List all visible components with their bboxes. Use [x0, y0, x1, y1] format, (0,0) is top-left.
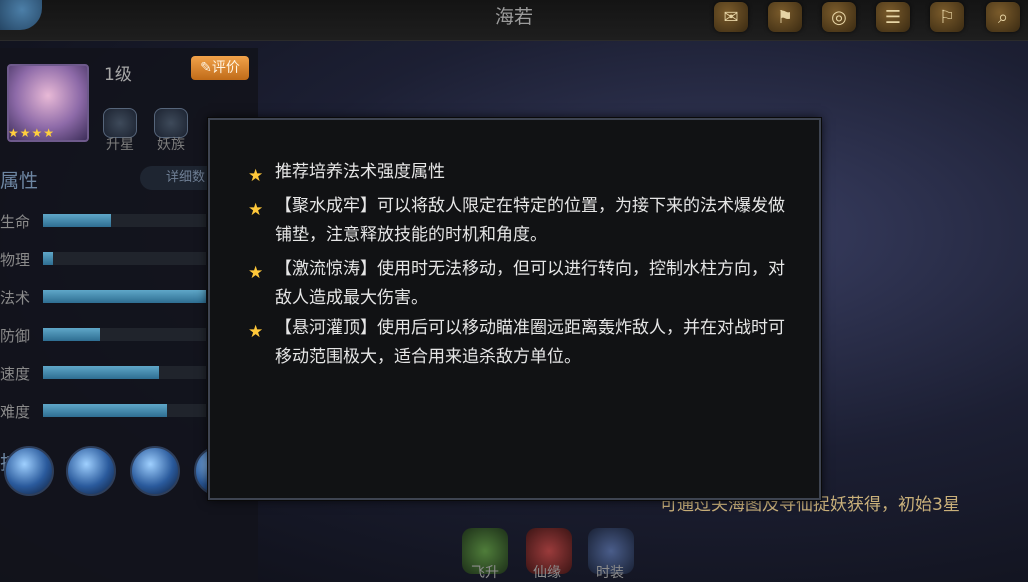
map-icon[interactable]: ⚑ [768, 2, 802, 32]
attr-fill-difficulty [43, 404, 167, 417]
fate-label: 仙缘 [533, 565, 561, 581]
upgrade-star-label: 升星 [106, 137, 134, 153]
attr-bar-defense [43, 328, 206, 341]
skill-3-icon[interactable] [130, 446, 180, 496]
tip-text: 推荐培养法术强度属性 [275, 162, 445, 182]
attr-fill-speed [43, 366, 159, 379]
attributes-title: 属性 [0, 170, 39, 192]
attr-label-physical: 物理 [0, 251, 31, 269]
attr-fill-magic [43, 290, 206, 303]
star-icon: ★ [248, 166, 264, 186]
attr-label-magic: 法术 [0, 289, 31, 307]
attr-bar-difficulty [43, 404, 206, 417]
rate-label: 评价 [211, 60, 240, 76]
search-icon[interactable]: ⌕ [986, 2, 1020, 32]
tip-item: ★ 【悬河灌顶】使用后可以移动瞄准圈远距离轰炸敌人，并在对战时可移动范围极大，适… [248, 314, 788, 372]
attr-label-hp: 生命 [0, 213, 31, 231]
edit-icon: ✎ [200, 60, 212, 76]
attr-label-difficulty: 难度 [0, 403, 31, 421]
attr-fill-defense [43, 328, 101, 341]
tip-item: ★ 推荐培养法术强度属性 [248, 158, 788, 187]
attr-bar-magic [43, 290, 206, 303]
attr-bar-hp [43, 214, 206, 227]
tip-item: ★ 【激流惊涛】使用时无法移动，但可以进行转向，控制水柱方向，对敌人造成最大伤害… [248, 255, 788, 313]
hero-stars: ★★★★ [8, 126, 56, 140]
book-icon[interactable]: ☰ [876, 2, 910, 32]
coin-icon[interactable]: ◎ [822, 2, 856, 32]
tips-dialog[interactable]: ★ 推荐培养法术强度属性 ★ 【聚水成牢】可以将敌人限定在特定的位置，为接下来的… [208, 118, 821, 500]
attr-fill-physical [43, 252, 53, 265]
attr-bar-speed [43, 366, 206, 379]
race-label: 妖族 [157, 137, 185, 153]
ascend-label: 飞升 [471, 565, 499, 581]
upgrade-star-button[interactable]: 升星 [99, 108, 141, 153]
star-icon: ★ [248, 322, 264, 342]
rate-button[interactable]: ✎评价 [191, 56, 249, 80]
attr-fill-hp [43, 214, 112, 227]
costume-label: 时装 [596, 565, 624, 581]
top-bar: 海若 ✉ ⚑ ◎ ☰ ⚐ ⌕ [0, 0, 1028, 41]
page-title: 海若 [494, 6, 533, 28]
attr-bar-physical [43, 252, 206, 265]
race-button[interactable]: 妖族 [150, 108, 192, 153]
skill-1-icon[interactable] [4, 446, 54, 496]
tip-text: 【悬河灌顶】使用后可以移动瞄准圈远距离轰炸敌人，并在对战时可移动范围极大，适合用… [275, 318, 785, 367]
scroll-icon[interactable]: ✉ [714, 2, 748, 32]
attr-label-speed: 速度 [0, 365, 31, 383]
star-icon: ★ [248, 200, 264, 220]
tip-text: 【激流惊涛】使用时无法移动，但可以进行转向，控制水柱方向，对敌人造成最大伤害。 [275, 259, 785, 308]
star-icon: ★ [248, 263, 264, 283]
tip-item: ★ 【聚水成牢】可以将敌人限定在特定的位置，为接下来的法术爆发做铺垫，注意释放技… [248, 192, 788, 250]
tip-text: 【聚水成牢】可以将敌人限定在特定的位置，为接下来的法术爆发做铺垫，注意释放技能的… [275, 196, 785, 245]
hero-level: 1级 [104, 65, 132, 85]
flag-icon[interactable]: ⚐ [930, 2, 964, 32]
skill-2-icon[interactable] [66, 446, 116, 496]
attr-label-defense: 防御 [0, 327, 31, 345]
